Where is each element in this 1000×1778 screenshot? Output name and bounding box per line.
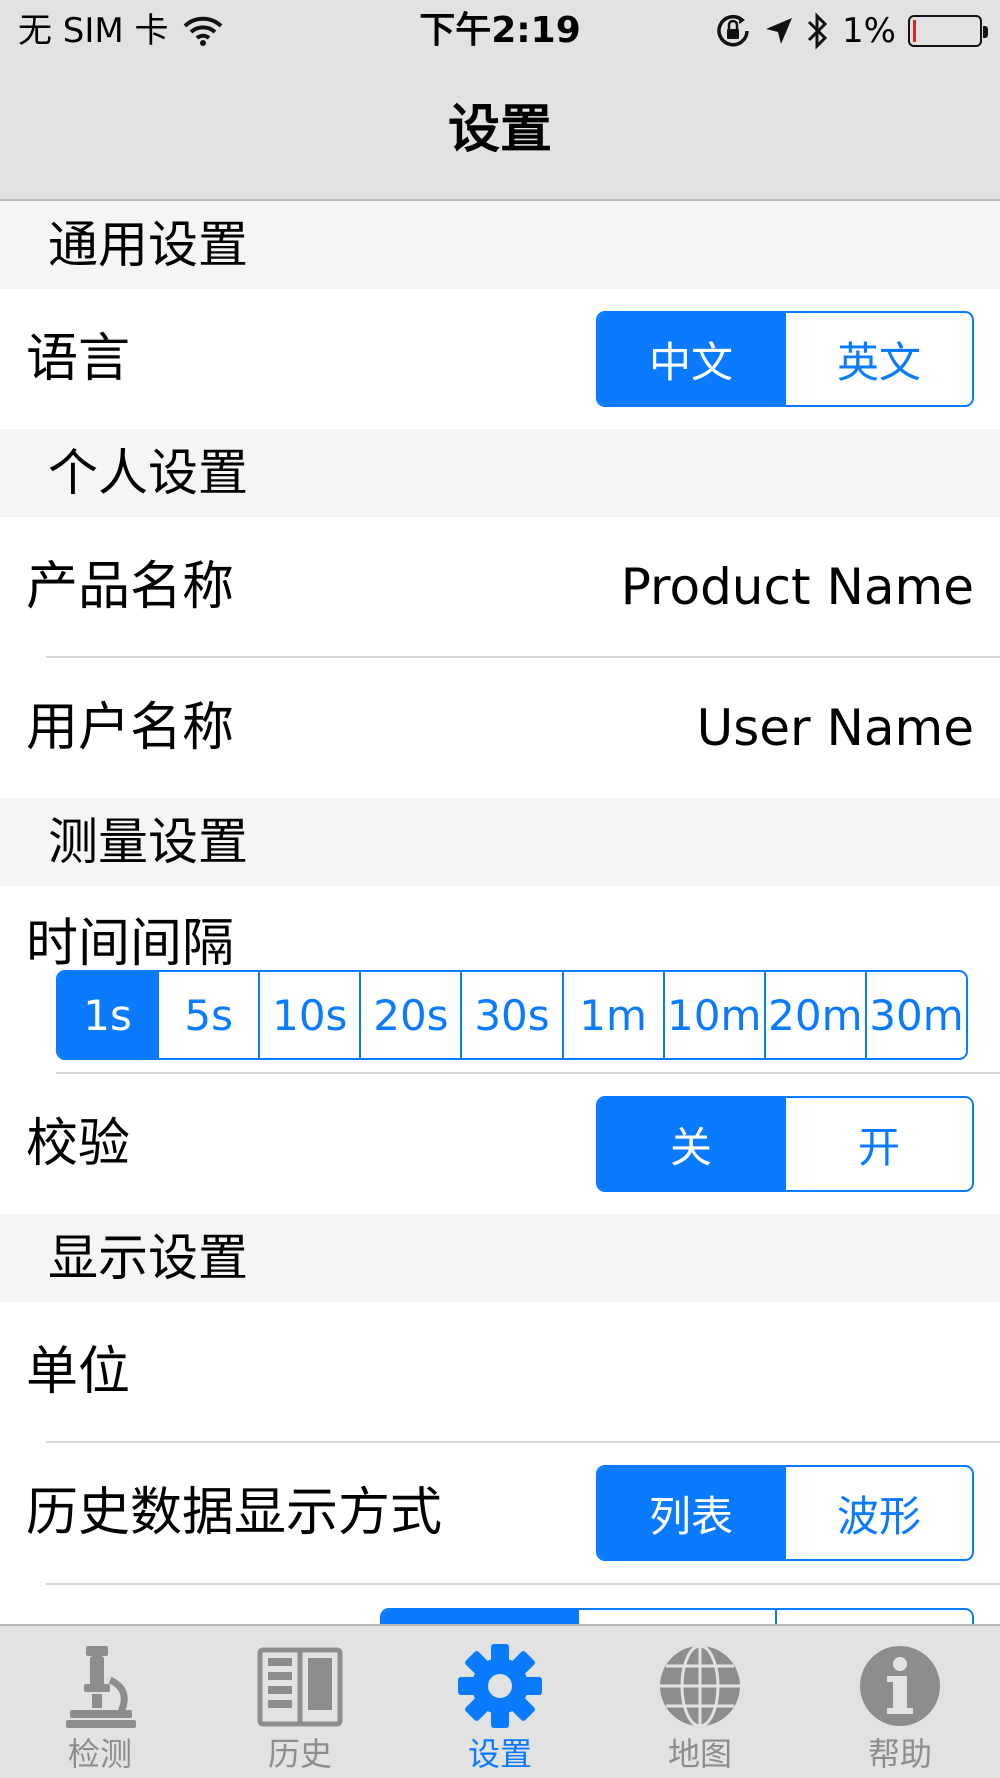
- row-label: 校验: [26, 1114, 131, 1174]
- navigation-bar: 设置: [0, 64, 1000, 201]
- row-label: 用户名称: [26, 698, 235, 758]
- section-title: 通用设置: [48, 216, 248, 274]
- row-product-name[interactable]: 产品名称 Product Name: [0, 517, 1000, 657]
- tab-help[interactable]: 帮助: [800, 1626, 1000, 1778]
- status-bar: 无 SIM 卡 下午2:19 1%: [0, 0, 1000, 64]
- segment-list[interactable]: 列表: [598, 1467, 784, 1559]
- orientation-lock-icon: [717, 14, 749, 47]
- segment-partial-2[interactable]: [577, 1610, 774, 1624]
- section-header-measure: 测量设置: [0, 798, 1000, 886]
- tab-settings[interactable]: 设置: [400, 1626, 600, 1778]
- info-icon: [860, 1646, 940, 1726]
- segment-english[interactable]: 英文: [784, 313, 972, 405]
- row-language: 语言 中文 英文: [0, 289, 1000, 429]
- tab-label: 历史: [267, 1735, 332, 1773]
- history-mode-segmented-control[interactable]: 列表 波形: [596, 1465, 974, 1561]
- row-calibration: 校验 关 开: [0, 1074, 1000, 1214]
- segment-5s[interactable]: 5s: [157, 972, 258, 1058]
- tab-label: 检测: [67, 1735, 132, 1773]
- status-right: 1%: [714, 10, 988, 52]
- language-segmented-control[interactable]: 中文 英文: [596, 311, 974, 407]
- segment-20m[interactable]: 20m: [763, 972, 865, 1058]
- tab-detect[interactable]: 检测: [0, 1626, 200, 1778]
- segment-30s[interactable]: 30s: [460, 972, 561, 1058]
- globe-icon: [660, 1644, 740, 1728]
- page-title: 设置: [447, 100, 552, 160]
- row-label: 单位: [26, 1342, 131, 1402]
- partial-segmented-control[interactable]: [380, 1608, 974, 1624]
- segment-30m[interactable]: 30m: [864, 972, 966, 1058]
- row-label: 时间间隔: [26, 914, 235, 974]
- microscope-icon: [66, 1646, 136, 1728]
- row-user-name[interactable]: 用户名称 User Name: [0, 658, 1000, 798]
- tab-label: 设置: [467, 1735, 532, 1773]
- tab-label: 帮助: [867, 1735, 932, 1773]
- interval-segmented-control[interactable]: 1s 5s 10s 20s 30s 1m 10m 20m 30m: [56, 970, 968, 1060]
- section-title: 测量设置: [48, 813, 248, 871]
- row-label: 历史数据显示方式: [26, 1483, 443, 1543]
- segment-on[interactable]: 开: [784, 1098, 972, 1190]
- segment-partial-3[interactable]: [774, 1610, 972, 1624]
- row-separator: [46, 1583, 1000, 1585]
- location-icon: [766, 18, 793, 44]
- tab-label: 地图: [667, 1735, 732, 1773]
- section-header-personal: 个人设置: [0, 429, 1000, 517]
- battery-icon: [908, 15, 988, 47]
- segment-1s[interactable]: 1s: [58, 972, 158, 1058]
- segment-1m[interactable]: 1m: [561, 972, 663, 1058]
- segment-off[interactable]: 关: [598, 1098, 784, 1190]
- section-title: 个人设置: [48, 444, 248, 502]
- bluetooth-icon: [807, 12, 828, 50]
- row-unit[interactable]: 单位: [0, 1302, 1000, 1442]
- settings-list[interactable]: 通用设置 语言 中文 英文 个人设置 产品名称 Product Name 用户名…: [0, 201, 1000, 1624]
- segment-10s[interactable]: 10s: [258, 972, 359, 1058]
- section-title: 显示设置: [48, 1229, 248, 1287]
- segment-chinese[interactable]: 中文: [598, 313, 784, 405]
- row-label: 语言: [26, 329, 131, 389]
- tab-map[interactable]: 地图: [600, 1626, 800, 1778]
- tab-history[interactable]: 历史: [200, 1626, 400, 1778]
- row-interval: 时间间隔 1s 5s 10s 20s 30s 1m 10m 20m 30m: [0, 886, 1000, 1072]
- user-name-value[interactable]: User Name: [697, 696, 974, 760]
- battery-percent: 1%: [842, 11, 896, 51]
- gear-icon: [458, 1644, 542, 1728]
- row-label: 产品名称: [26, 557, 235, 617]
- product-name-value[interactable]: Product Name: [621, 555, 974, 619]
- section-header-general: 通用设置: [0, 201, 1000, 289]
- calibration-segmented-control[interactable]: 关 开: [596, 1096, 974, 1192]
- section-header-display: 显示设置: [0, 1214, 1000, 1302]
- row-history-mode: 历史数据显示方式 列表 波形: [0, 1443, 1000, 1583]
- segment-waveform[interactable]: 波形: [784, 1467, 972, 1559]
- book-icon: [257, 1647, 343, 1727]
- segment-10m[interactable]: 10m: [662, 972, 764, 1058]
- segment-partial-1[interactable]: [382, 1610, 578, 1624]
- tab-bar: 检测 历史 设置 地图 帮助: [0, 1624, 1000, 1778]
- segment-20s[interactable]: 20s: [359, 972, 460, 1058]
